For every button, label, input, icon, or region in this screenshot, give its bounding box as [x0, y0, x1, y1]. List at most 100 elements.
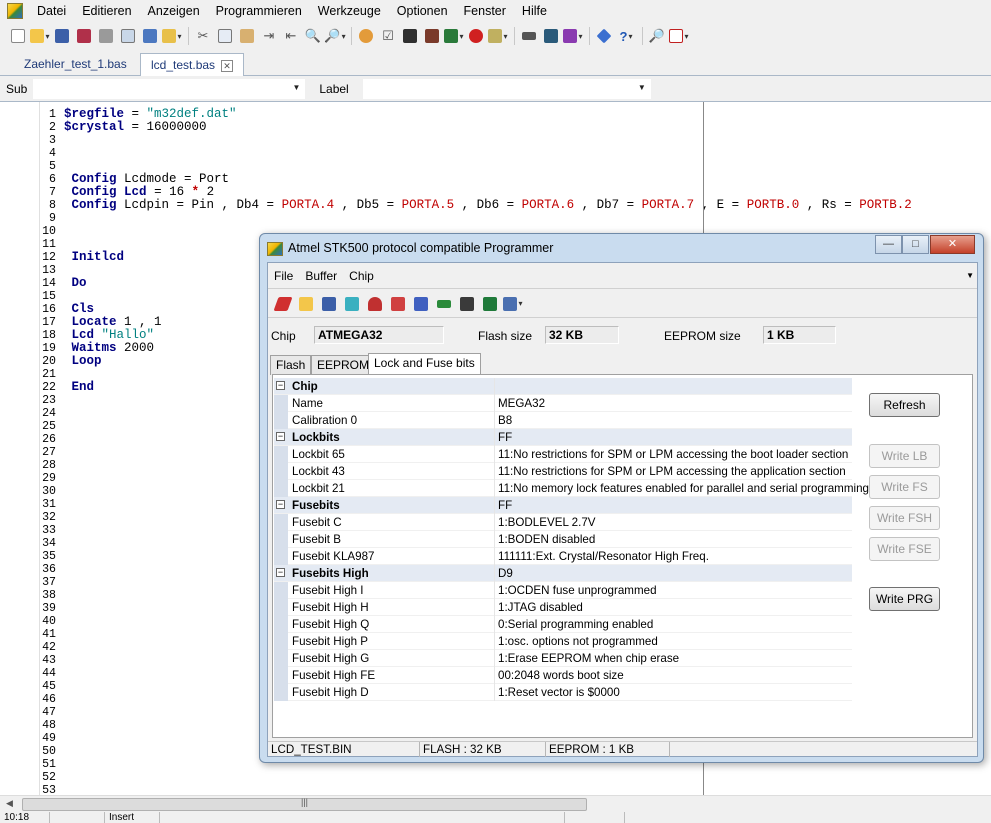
programmer-icon[interactable] [444, 25, 464, 47]
paste-icon[interactable] [237, 25, 257, 47]
code-line[interactable]: Loop [64, 355, 102, 368]
print-icon[interactable] [96, 25, 116, 47]
options-icon[interactable] [502, 293, 524, 315]
menu-buffer[interactable]: Buffer [299, 265, 343, 287]
property-value[interactable]: 1:Erase EEPROM when chip erase [498, 650, 679, 667]
chip-small-icon[interactable] [433, 293, 455, 315]
property-value[interactable]: FF [498, 429, 512, 446]
save-all-icon[interactable] [74, 25, 94, 47]
category-row[interactable]: − Fusebits FF [274, 497, 852, 514]
open-file-icon[interactable] [30, 25, 50, 47]
category-row[interactable]: − Chip [274, 378, 852, 395]
property-value[interactable]: 1:osc. options not programmed [498, 633, 658, 650]
close-icon[interactable]: ✕ [221, 59, 234, 72]
collapse-icon[interactable]: − [276, 568, 285, 577]
recent-files-icon[interactable] [162, 25, 182, 47]
editor-hscrollbar[interactable]: ◀ ||| [0, 795, 991, 812]
save-icon[interactable] [52, 25, 72, 47]
property-value[interactable]: FF [498, 497, 512, 514]
erase-chip-icon[interactable] [272, 293, 294, 315]
property-row[interactable]: Fusebit High D 1:Reset vector is $0000 [274, 684, 852, 701]
property-row[interactable]: Fusebit B 1:BODEN disabled [274, 531, 852, 548]
collapse-icon[interactable]: − [276, 432, 285, 441]
terminal-icon[interactable] [519, 25, 539, 47]
menu-overflow-icon[interactable]: ▼ [966, 271, 974, 280]
menu-file[interactable]: File [268, 265, 299, 287]
property-value[interactable]: D9 [498, 565, 513, 582]
refresh-button[interactable]: Refresh [869, 393, 940, 417]
property-row[interactable]: Calibration 0 B8 [274, 412, 852, 429]
find-icon[interactable]: 🔍 [303, 25, 323, 47]
menu-hilfe[interactable]: Hilfe [514, 0, 555, 22]
property-value[interactable]: B8 [498, 412, 512, 429]
new-file-icon[interactable] [8, 25, 28, 47]
property-value[interactable]: 1:Reset vector is $0000 [498, 684, 620, 701]
chip-green-icon[interactable] [479, 293, 501, 315]
scroll-left-icon[interactable]: ◀ [6, 798, 13, 809]
copy-file-icon[interactable] [140, 25, 160, 47]
label-combobox[interactable] [362, 79, 651, 99]
property-row[interactable]: Fusebit C 1:BODLEVEL 2.7V [274, 514, 852, 531]
cut-icon[interactable]: ✂ [193, 25, 213, 47]
code-line[interactable]: Do [64, 277, 87, 290]
tab-lcd-test[interactable]: lcd_test.bas ✕ [140, 53, 245, 76]
pdf-icon[interactable] [669, 25, 689, 47]
property-row[interactable]: Lockbit 43 11:No restrictions for SPM or … [274, 463, 852, 480]
property-value[interactable]: MEGA32 [498, 395, 545, 412]
collapse-icon[interactable]: − [276, 500, 285, 509]
property-row[interactable]: Fusebit High G 1:Erase EEPROM when chip e… [274, 650, 852, 667]
copy-icon[interactable] [215, 25, 235, 47]
menu-anzeigen[interactable]: Anzeigen [140, 0, 208, 22]
menu-werkzeuge[interactable]: Werkzeuge [310, 0, 389, 22]
property-row[interactable]: Fusebit High FE 00:2048 words boot size [274, 667, 852, 684]
property-value[interactable]: 1:OCDEN fuse unprogrammed [498, 582, 657, 599]
tab-lock-fuse-bits[interactable]: Lock and Fuse bits [368, 353, 481, 375]
code-line[interactable]: Initlcd [64, 251, 125, 264]
stop-icon[interactable] [466, 25, 486, 47]
outdent-icon[interactable]: ⇤ [281, 25, 301, 47]
property-row[interactable]: Fusebit High I 1:OCDEN fuse unprogrammed [274, 582, 852, 599]
property-row[interactable]: Lockbit 21 11:No memory lock features ena… [274, 480, 869, 497]
tab-zaehler-test[interactable]: Zaehler_test_1.bas [14, 53, 137, 76]
property-value[interactable]: 11:No restrictions for SPM or LPM access… [498, 446, 848, 463]
load-file-icon[interactable] [295, 293, 317, 315]
close-button[interactable]: ✕ [930, 235, 975, 254]
blank-check-icon[interactable] [364, 293, 386, 315]
verify-icon[interactable] [341, 293, 363, 315]
tab-eeprom[interactable]: EEPROM [311, 355, 376, 375]
property-value[interactable]: 11:No memory lock features enabled for p… [498, 480, 869, 497]
property-row[interactable]: Fusebit High P 1:osc. options not program… [274, 633, 852, 650]
category-row[interactable]: − Fusebits High D9 [274, 565, 852, 582]
property-value[interactable]: 11:No restrictions for SPM or LPM access… [498, 463, 846, 480]
zoom-icon[interactable]: 🔎 [647, 25, 667, 47]
property-value[interactable]: 1:BODEN disabled [498, 531, 595, 548]
code-line[interactable]: $crystal = 16000000 [64, 121, 207, 134]
menu-datei[interactable]: Datei [29, 0, 74, 22]
read-chip-icon[interactable] [387, 293, 409, 315]
property-row[interactable]: Fusebit High H 1:JTAG disabled [274, 599, 852, 616]
menu-chip[interactable]: Chip [343, 265, 380, 287]
syntax-check-icon[interactable]: ☑ [378, 25, 398, 47]
property-value[interactable]: 111111:Ext. Crystal/Resonator High Freq. [498, 548, 709, 565]
graphics-converter-icon[interactable] [563, 25, 583, 47]
compile-icon[interactable] [356, 25, 376, 47]
write-chip-icon[interactable] [410, 293, 432, 315]
property-value[interactable]: 1:BODLEVEL 2.7V [498, 514, 596, 531]
find-next-icon[interactable]: 🔎 [324, 25, 345, 47]
category-row[interactable]: − Lockbits FF [274, 429, 852, 446]
minimize-button[interactable]: — [875, 235, 902, 254]
property-row[interactable]: Fusebit High Q 0:Serial programming enabl… [274, 616, 852, 633]
code-line[interactable]: Config Lcdpin = Pin , Db4 = PORTA.4 , Db… [64, 199, 912, 212]
menu-optionen[interactable]: Optionen [389, 0, 456, 22]
auto-program-icon[interactable] [456, 293, 478, 315]
program-chip-icon[interactable] [400, 25, 420, 47]
property-value[interactable]: 1:JTAG disabled [498, 599, 583, 616]
code-line[interactable]: End [64, 381, 95, 394]
menu-fenster[interactable]: Fenster [456, 0, 514, 22]
sub-combobox[interactable] [33, 79, 306, 99]
menu-programmieren[interactable]: Programmieren [208, 0, 310, 22]
property-value[interactable]: 00:2048 words boot size [498, 667, 624, 684]
collapse-icon[interactable]: − [276, 381, 285, 390]
help-icon[interactable]: ? [616, 25, 636, 47]
property-row[interactable]: Lockbit 65 11:No restrictions for SPM or … [274, 446, 852, 463]
